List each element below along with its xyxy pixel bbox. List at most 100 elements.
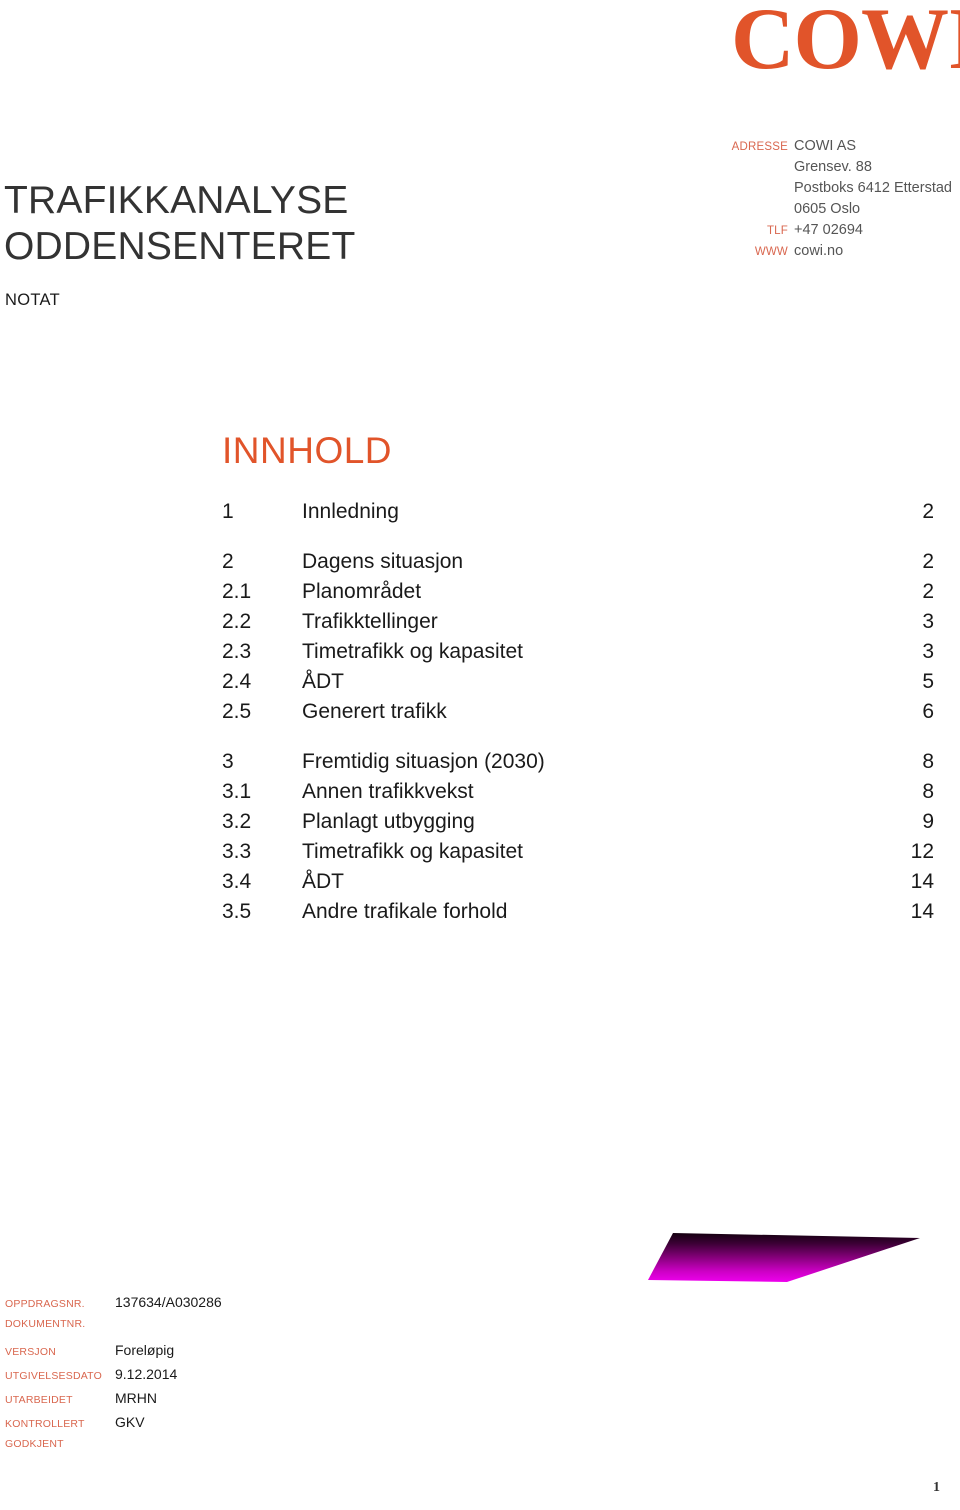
toc-entry-2-3[interactable]: 2.3 Timetrafikk og kapasitet 3 (222, 640, 934, 670)
toc-entry-3[interactable]: 3 Fremtidig situasjon (2030) 8 (222, 750, 934, 780)
page-title: TRAFIKKANALYSE ODDENSENTERET (4, 178, 355, 270)
metadata-label: VERSJON (5, 1346, 56, 1358)
toc-entry-page: 2 (922, 550, 934, 573)
metadata-label: GODKJENT (5, 1438, 64, 1450)
page-number: 1 (933, 1480, 940, 1495)
address-row: 0605 Oslo (640, 201, 960, 220)
metadata-row-versjon: VERSJON Foreløpig (5, 1342, 325, 1366)
toc-entry-2-4[interactable]: 2.4 ÅDT 5 (222, 670, 934, 700)
document-type-label: NOTAT (5, 291, 60, 309)
toc-entry-number: 2.5 (222, 700, 252, 723)
toc-entry-label: ÅDT (302, 870, 344, 893)
toc-entry-label: Planområdet (302, 580, 422, 603)
toc-entry-page: 3 (922, 640, 934, 663)
toc-entry-number: 2.2 (222, 610, 252, 633)
decorative-polygon-graphic (648, 1233, 920, 1282)
toc-entry-2-5[interactable]: 2.5 Generert trafikk 6 (222, 700, 934, 730)
address-value: COWI AS (794, 138, 857, 154)
toc-entry-label: Innledning (302, 500, 399, 523)
page-title-line-1: TRAFIKKANALYSE (4, 179, 349, 222)
address-value: Postboks 6412 Etterstad (794, 180, 952, 196)
toc-entry-3-1[interactable]: 3.1 Annen trafikkvekst 8 (222, 780, 934, 810)
toc-entry-2[interactable]: 2 Dagens situasjon 2 (222, 550, 934, 580)
address-row: ADRESSE COWI AS (640, 138, 960, 157)
toc-entry-3-4[interactable]: 3.4 ÅDT 14 (222, 870, 934, 900)
table-of-contents: INNHOLD 1 Innledning 2 2 Dagens situasjo… (222, 430, 934, 930)
address-value: 0605 Oslo (794, 201, 861, 217)
metadata-row-utarbeidet: UTARBEIDET MRHN (5, 1390, 325, 1414)
toc-entry-page: 5 (922, 670, 934, 693)
address-row: WWW cowi.no (640, 243, 960, 262)
metadata-row-kontrollert: KONTROLLERT GKV (5, 1414, 325, 1438)
toc-entry-number: 2 (222, 550, 234, 573)
toc-entry-page: 9 (922, 810, 934, 833)
metadata-row-dokumentnr: DOKUMENTNR. (5, 1318, 325, 1342)
toc-entry-3-5[interactable]: 3.5 Andre trafikale forhold 14 (222, 900, 934, 930)
metadata-value: 9.12.2014 (115, 1366, 178, 1382)
toc-entry-label: Generert trafikk (302, 700, 447, 723)
toc-entry-page: 2 (922, 500, 934, 523)
toc-entry-2-2[interactable]: 2.2 Trafikktellinger 3 (222, 610, 934, 640)
address-value: +47 02694 (794, 222, 863, 238)
toc-entry-label: Fremtidig situasjon (2030) (302, 750, 545, 773)
toc-entry-number: 2.4 (222, 670, 252, 693)
toc-group: 2 Dagens situasjon 2 2.1 Planområdet 2 2… (222, 550, 934, 730)
toc-entry-page: 2 (922, 580, 934, 603)
toc-entry-1[interactable]: 1 Innledning 2 (222, 500, 934, 530)
toc-entry-number: 2.1 (222, 580, 252, 603)
toc-entry-number: 3.4 (222, 870, 252, 893)
toc-entry-label: Trafikktellinger (302, 610, 438, 633)
toc-entry-3-2[interactable]: 3.2 Planlagt utbygging 9 (222, 810, 934, 840)
metadata-value: 137634/A030286 (115, 1294, 222, 1310)
toc-entry-3-3[interactable]: 3.3 Timetrafikk og kapasitet 12 (222, 840, 934, 870)
toc-entry-page: 12 (910, 840, 934, 863)
toc-entry-label: ÅDT (302, 670, 344, 693)
address-label: TLF (766, 225, 788, 237)
website-link[interactable]: cowi.no (794, 243, 843, 259)
document-page: COWI ADRESSE COWI AS Grensev. 88 Postbok… (0, 0, 960, 1510)
toc-entry-number: 3.1 (222, 780, 252, 803)
address-value: Grensev. 88 (794, 159, 872, 175)
address-row: Postboks 6412 Etterstad (640, 180, 960, 199)
metadata-row-godkjent: GODKJENT (5, 1438, 325, 1462)
metadata-value: GKV (115, 1414, 145, 1430)
metadata-label: OPPDRAGSNR. (5, 1298, 85, 1310)
address-block: ADRESSE COWI AS Grensev. 88 Postboks 641… (640, 138, 960, 264)
toc-entry-label: Dagens situasjon (302, 550, 464, 573)
document-metadata: OPPDRAGSNR. 137634/A030286 DOKUMENTNR. V… (5, 1294, 325, 1462)
metadata-value: MRHN (115, 1390, 157, 1406)
metadata-label: UTARBEIDET (5, 1394, 73, 1406)
toc-entry-label: Timetrafikk og kapasitet (302, 640, 523, 663)
toc-entry-label: Timetrafikk og kapasitet (302, 840, 523, 863)
address-row: TLF +47 02694 (640, 222, 960, 241)
toc-entry-2-1[interactable]: 2.1 Planområdet 2 (222, 580, 934, 610)
toc-heading: INNHOLD (222, 430, 393, 471)
toc-entry-page: 6 (922, 700, 934, 723)
toc-entry-label: Annen trafikkvekst (302, 780, 474, 803)
address-row: Grensev. 88 (640, 159, 960, 178)
toc-entry-label: Planlagt utbygging (302, 810, 475, 833)
toc-group: 1 Innledning 2 (222, 500, 934, 530)
toc-entry-page: 8 (922, 750, 934, 773)
toc-entry-page: 3 (922, 610, 934, 633)
metadata-label: KONTROLLERT (5, 1418, 85, 1430)
toc-entry-number: 3.5 (222, 900, 252, 923)
page-title-line-2: ODDENSENTERET (4, 225, 356, 268)
toc-entry-number: 1 (222, 500, 234, 523)
toc-entry-label: Andre trafikale forhold (302, 900, 508, 923)
address-label: WWW (754, 246, 788, 258)
toc-entry-page: 14 (910, 900, 934, 923)
metadata-row-utgivelsesdato: UTGIVELSESDATO 9.12.2014 (5, 1366, 325, 1390)
toc-entry-number: 3.3 (222, 840, 252, 863)
cowi-logo: COWI (731, 0, 960, 88)
toc-group: 3 Fremtidig situasjon (2030) 8 3.1 Annen… (222, 750, 934, 930)
address-label: ADRESSE (731, 141, 788, 153)
toc-entry-number: 2.3 (222, 640, 252, 663)
toc-entry-number: 3.2 (222, 810, 252, 833)
metadata-row-oppdragsnr: OPPDRAGSNR. 137634/A030286 (5, 1294, 325, 1318)
toc-entry-page: 8 (922, 780, 934, 803)
toc-entry-page: 14 (910, 870, 934, 893)
metadata-label: DOKUMENTNR. (5, 1318, 86, 1330)
metadata-label: UTGIVELSESDATO (5, 1370, 102, 1382)
metadata-value: Foreløpig (115, 1342, 175, 1358)
